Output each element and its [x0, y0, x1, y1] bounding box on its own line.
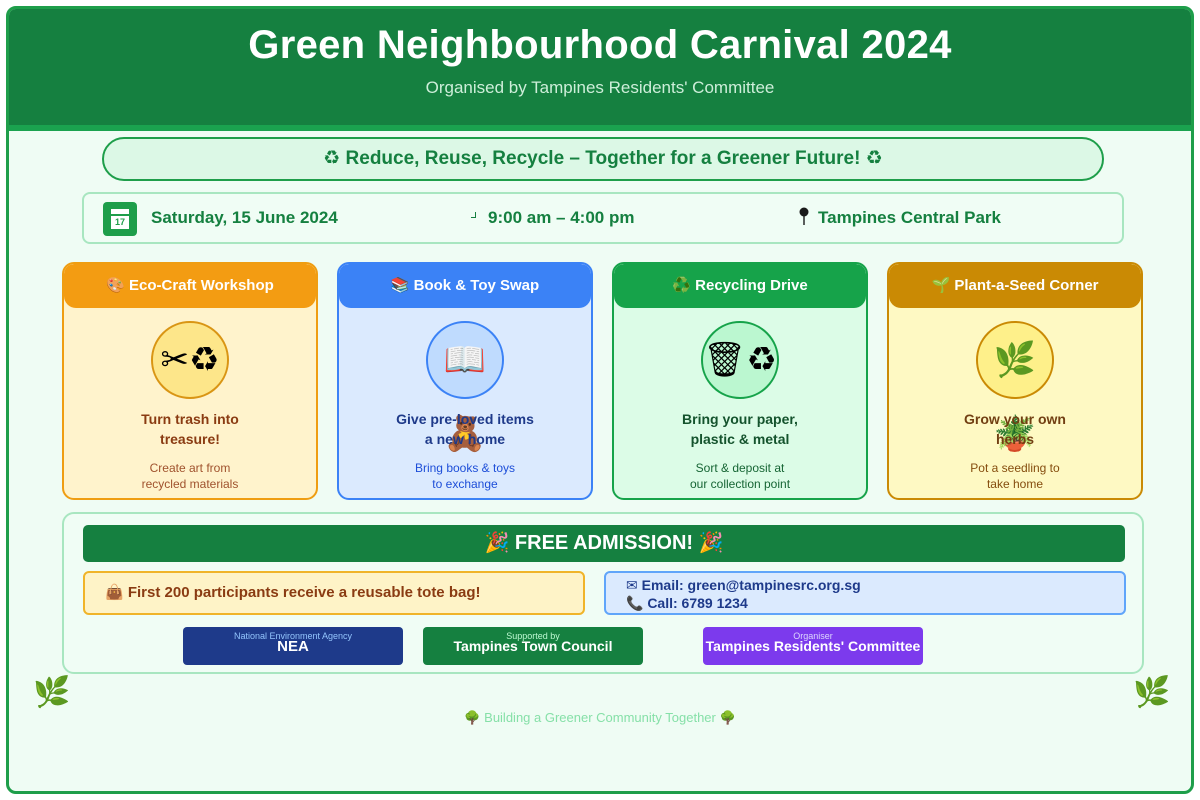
event-venue: Tampines Central Park	[818, 208, 1001, 227]
partner-name: Tampines Residents' Committee	[705, 638, 921, 654]
activity-card-book-toy-swap: 📚 Book & Toy Swap 📖🧸 Give pre-loved item…	[337, 262, 593, 500]
card-title: 📚 Book & Toy Swap	[339, 264, 591, 308]
card-headline: Turn trash into treasure!	[141, 411, 239, 447]
leaf-left-icon: 🌿	[33, 676, 71, 709]
scissors-recycle-icon: ✂♻	[151, 321, 229, 399]
activity-card-eco-craft: 🎨 Eco-Craft Workshop ✂♻ Turn trash into …	[62, 262, 318, 500]
book-teddy-icon: 📖🧸	[426, 321, 504, 453]
location-pin-icon	[799, 207, 809, 225]
card-headline: Grow your own herbs	[964, 411, 1066, 447]
calendar-icon: 17	[103, 202, 137, 236]
page-title: Green Neighbourhood Carnival 2024	[248, 23, 952, 67]
card-description: Create art from recycled materials	[141, 461, 239, 491]
event-time: 9:00 am – 4:00 pm	[488, 208, 635, 227]
slogan-banner: ♻ Reduce, Reuse, Recycle – Together for …	[102, 137, 1104, 181]
event-info-bar: 17 Saturday, 15 June 2024 9:00 am – 4:00…	[82, 192, 1124, 244]
partner-badge-residents-committee: Organiser Tampines Residents' Committee	[703, 627, 923, 665]
footer-tagline: 🌳 Building a Greener Community Together …	[464, 710, 736, 725]
card-title: ♻️ Recycling Drive	[614, 264, 866, 308]
leaf-right-icon: 🌿	[1133, 676, 1171, 709]
activity-card-plant-a-seed: 🌱 Plant-a-Seed Corner 🌿🪴 Grow your own h…	[887, 262, 1143, 500]
header-banner: Green Neighbourhood Carnival 2024 Organi…	[9, 9, 1191, 131]
contact-email[interactable]: ✉ Email: green@tampinesrc.org.sg	[626, 577, 861, 594]
herb-pot-icon: 🌿🪴	[976, 321, 1054, 453]
partner-badge-nea: National Environment Agency NEA	[183, 627, 403, 665]
activity-card-recycling-drive: ♻️ Recycling Drive 🗑♻ Bring your paper, …	[612, 262, 868, 500]
poster-frame: Green Neighbourhood Carnival 2024 Organi…	[6, 6, 1194, 794]
contact-phone[interactable]: 📞 Call: 6789 1234	[626, 595, 748, 612]
clock-icon	[471, 212, 476, 218]
partner-badge-town-council: Supported by Tampines Town Council	[423, 627, 643, 665]
bin-recycle-icon: 🗑♻	[701, 321, 779, 399]
card-title: 🌱 Plant-a-Seed Corner	[889, 264, 1141, 308]
partner-name: NEA	[277, 638, 309, 655]
calendar-day: 17	[111, 216, 129, 229]
contact-info: ✉ Email: green@tampinesrc.org.sg 📞 Call:…	[604, 571, 1126, 615]
event-date: Saturday, 15 June 2024	[151, 208, 338, 227]
free-admission-banner: 🎉 FREE ADMISSION! 🎉	[83, 525, 1125, 562]
card-headline: Bring your paper, plastic & metal	[682, 411, 798, 447]
card-description: Bring books & toys to exchange	[414, 461, 516, 491]
page-subtitle: Organised by Tampines Residents' Committ…	[425, 78, 775, 97]
tote-bag-notice: 👜 First 200 participants receive a reusa…	[83, 571, 585, 615]
card-description: Sort & deposit at our collection point	[689, 461, 791, 491]
card-title: 🎨 Eco-Craft Workshop	[64, 264, 316, 308]
card-headline: Give pre-loved items a new home	[396, 411, 534, 447]
card-description: Pot a seedling to take home	[970, 461, 1060, 491]
admission-panel: 🎉 FREE ADMISSION! 🎉 👜 First 200 particip…	[62, 512, 1144, 674]
partner-name: Tampines Town Council	[453, 638, 613, 654]
